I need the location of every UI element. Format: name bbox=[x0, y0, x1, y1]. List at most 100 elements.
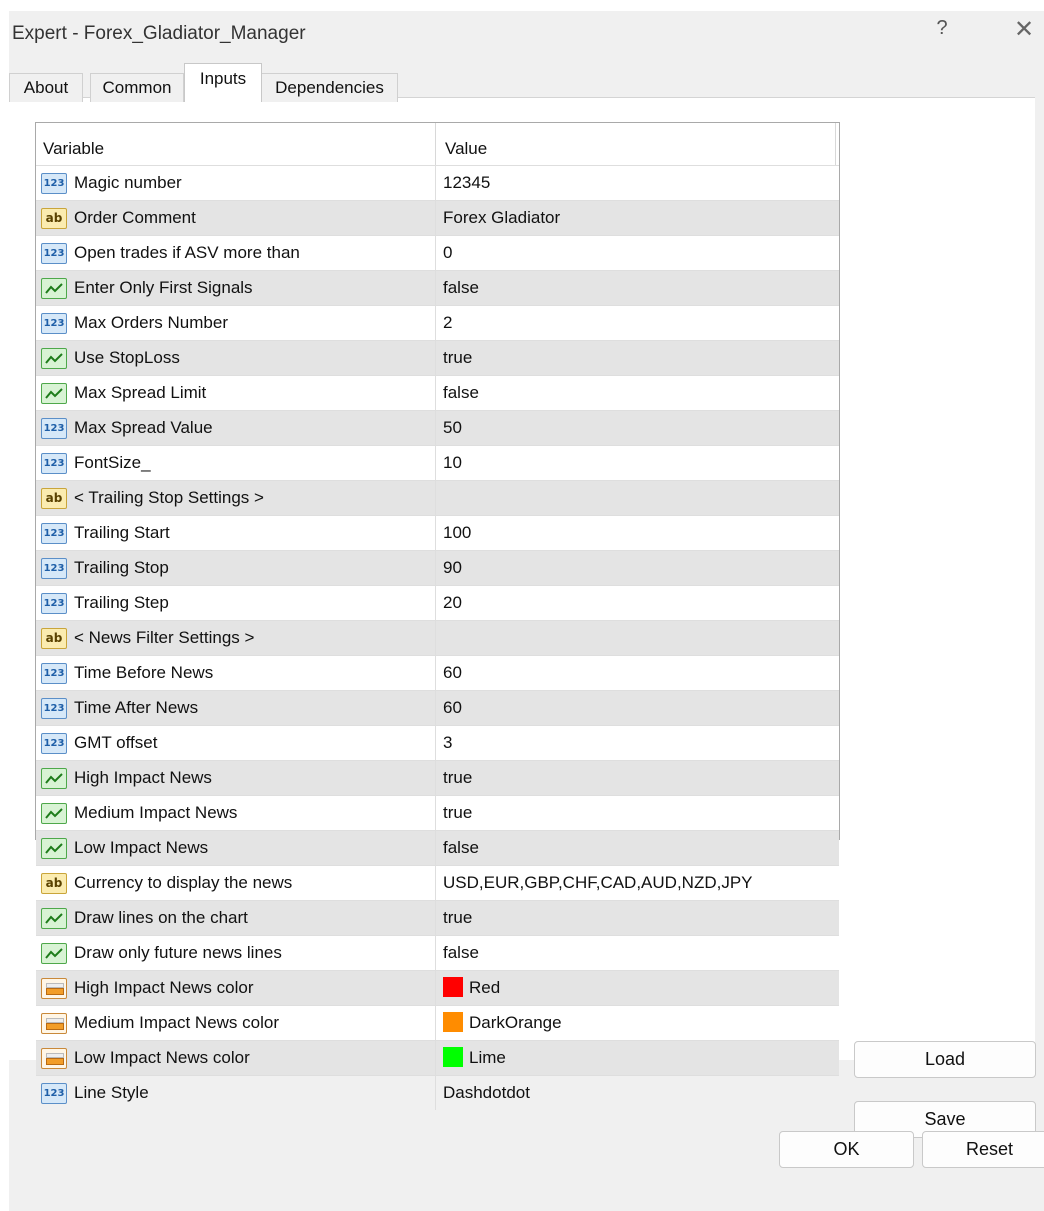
boolean-type-icon bbox=[41, 838, 67, 859]
integer-type-icon: 123 bbox=[41, 733, 67, 754]
table-row[interactable]: Enter Only First Signals false bbox=[36, 270, 839, 305]
table-row[interactable]: 123 Open trades if ASV more than 0 bbox=[36, 235, 839, 270]
variable-value[interactable]: true bbox=[443, 761, 472, 795]
cell-divider bbox=[435, 1076, 436, 1110]
variable-value[interactable]: false bbox=[443, 271, 479, 305]
variable-value[interactable]: 100 bbox=[443, 516, 471, 550]
inputs-grid: Variable Value 123 Magic number 12345 ab Ord… bbox=[35, 122, 840, 1110]
cell-divider bbox=[435, 271, 436, 305]
cell-divider bbox=[435, 936, 436, 970]
cell-divider bbox=[435, 1041, 436, 1075]
table-row[interactable]: 123 Max Spread Value 50 bbox=[36, 410, 839, 445]
integer-type-icon: 123 bbox=[41, 1083, 67, 1104]
column-divider-end bbox=[835, 123, 836, 165]
column-header-value[interactable]: Value bbox=[445, 123, 487, 165]
tab-common[interactable]: Common bbox=[90, 73, 184, 102]
variable-value[interactable]: 60 bbox=[443, 656, 462, 690]
cell-divider bbox=[435, 341, 436, 375]
variable-value[interactable]: 3 bbox=[443, 726, 452, 760]
reset-button[interactable]: Reset bbox=[922, 1131, 1044, 1168]
variable-value[interactable]: 20 bbox=[443, 586, 462, 620]
variable-value[interactable]: false bbox=[443, 831, 479, 865]
variable-value[interactable]: Red bbox=[443, 971, 500, 1005]
table-row[interactable]: 123 GMT offset 3 bbox=[36, 725, 839, 760]
tab-about[interactable]: About bbox=[9, 73, 83, 102]
cell-divider bbox=[435, 726, 436, 760]
variable-value[interactable]: false bbox=[443, 376, 479, 410]
boolean-type-icon bbox=[41, 768, 67, 789]
variable-value[interactable]: true bbox=[443, 796, 472, 830]
table-row[interactable]: 123 Magic number 12345 bbox=[36, 165, 839, 200]
variable-value[interactable]: USD,EUR,GBP,CHF,CAD,AUD,NZD,JPY bbox=[443, 866, 753, 900]
color-name: Lime bbox=[469, 1048, 506, 1067]
load-button[interactable]: Load bbox=[854, 1041, 1036, 1078]
variable-value[interactable]: Forex Gladiator bbox=[443, 201, 560, 235]
boolean-type-icon bbox=[41, 908, 67, 929]
table-row[interactable]: 123 Trailing Start 100 bbox=[36, 515, 839, 550]
table-row[interactable]: High Impact News color Red bbox=[36, 970, 839, 1005]
variable-name: Open trades if ASV more than bbox=[74, 243, 300, 262]
variable-value[interactable]: Dashdotdot bbox=[443, 1076, 530, 1110]
integer-type-icon: 123 bbox=[41, 593, 67, 614]
table-row[interactable]: ab Order Comment Forex Gladiator bbox=[36, 200, 839, 235]
variable-name: GMT offset bbox=[74, 733, 158, 752]
close-icon[interactable]: ✕ bbox=[1009, 15, 1039, 44]
table-row[interactable]: 123 Line Style Dashdotdot bbox=[36, 1075, 839, 1110]
tab-dependencies[interactable]: Dependencies bbox=[261, 73, 398, 102]
table-row[interactable]: ab < Trailing Stop Settings > bbox=[36, 480, 839, 515]
variable-value[interactable]: true bbox=[443, 341, 472, 375]
variable-name: Medium Impact News bbox=[74, 803, 238, 822]
cell-divider bbox=[435, 866, 436, 900]
table-row[interactable]: 123 Trailing Stop 90 bbox=[36, 550, 839, 585]
table-row[interactable]: 123 Time Before News 60 bbox=[36, 655, 839, 690]
cell-divider bbox=[435, 446, 436, 480]
boolean-type-icon bbox=[41, 278, 67, 299]
cell-divider bbox=[435, 481, 436, 515]
variable-value[interactable]: 2 bbox=[443, 306, 452, 340]
table-row[interactable]: 123 FontSize_ 10 bbox=[36, 445, 839, 480]
variable-value[interactable]: Lime bbox=[443, 1041, 506, 1075]
table-row[interactable]: 123 Time After News 60 bbox=[36, 690, 839, 725]
cell-divider bbox=[435, 166, 436, 200]
color-swatch bbox=[443, 1047, 463, 1067]
integer-type-icon: 123 bbox=[41, 523, 67, 544]
variable-value[interactable]: false bbox=[443, 936, 479, 970]
table-row[interactable]: Low Impact News false bbox=[36, 830, 839, 865]
variable-value[interactable]: 50 bbox=[443, 411, 462, 445]
integer-type-icon: 123 bbox=[41, 558, 67, 579]
tab-inputs[interactable]: Inputs bbox=[184, 63, 262, 102]
table-row[interactable]: Medium Impact News true bbox=[36, 795, 839, 830]
cell-divider bbox=[435, 971, 436, 1005]
help-icon[interactable]: ? bbox=[927, 17, 957, 40]
column-divider[interactable] bbox=[435, 123, 436, 165]
table-row[interactable]: 123 Trailing Step 20 bbox=[36, 585, 839, 620]
table-row[interactable]: Draw only future news lines false bbox=[36, 935, 839, 970]
integer-type-icon: 123 bbox=[41, 698, 67, 719]
variable-value[interactable]: DarkOrange bbox=[443, 1006, 562, 1040]
variable-value[interactable]: 10 bbox=[443, 446, 462, 480]
table-row[interactable]: Medium Impact News color DarkOrange bbox=[36, 1005, 839, 1040]
table-row[interactable]: 123 Max Orders Number 2 bbox=[36, 305, 839, 340]
grid-header: Variable Value bbox=[36, 123, 839, 165]
table-row[interactable]: Draw lines on the chart true bbox=[36, 900, 839, 935]
string-type-icon: ab bbox=[41, 208, 67, 229]
variable-value[interactable]: true bbox=[443, 901, 472, 935]
ok-button[interactable]: OK bbox=[779, 1131, 914, 1168]
cell-divider bbox=[435, 691, 436, 725]
variable-value[interactable]: 0 bbox=[443, 236, 452, 270]
variable-value[interactable]: 60 bbox=[443, 691, 462, 725]
table-row[interactable]: ab < News Filter Settings > bbox=[36, 620, 839, 655]
variable-value[interactable]: 12345 bbox=[443, 166, 490, 200]
cell-divider bbox=[435, 586, 436, 620]
column-header-variable[interactable]: Variable bbox=[43, 123, 104, 165]
variable-value[interactable]: 90 bbox=[443, 551, 462, 585]
table-row[interactable]: Max Spread Limit false bbox=[36, 375, 839, 410]
variable-name: High Impact News color bbox=[74, 978, 254, 997]
integer-type-icon: 123 bbox=[41, 313, 67, 334]
table-row[interactable]: Low Impact News color Lime bbox=[36, 1040, 839, 1075]
color-swatch bbox=[443, 1012, 463, 1032]
cell-divider bbox=[435, 201, 436, 235]
table-row[interactable]: High Impact News true bbox=[36, 760, 839, 795]
table-row[interactable]: ab Currency to display the news USD,EUR,GB… bbox=[36, 865, 839, 900]
table-row[interactable]: Use StopLoss true bbox=[36, 340, 839, 375]
